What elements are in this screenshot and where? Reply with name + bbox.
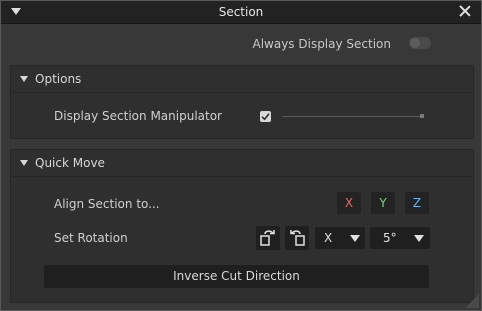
always-display-toggle[interactable] — [409, 37, 431, 49]
quick-move-panel-header[interactable]: Quick Move — [11, 150, 473, 176]
display-manipulator-checkbox[interactable] — [260, 111, 271, 122]
display-manipulator-label: Display Section Manipulator — [54, 109, 222, 123]
panel-divider — [11, 176, 473, 177]
rotate-cw-icon — [260, 230, 275, 246]
align-y-button[interactable]: Y — [371, 192, 395, 214]
quick-move-panel: Quick Move Align Section to... X Y Z Set… — [10, 149, 474, 303]
always-display-label: Always Display Section — [252, 37, 391, 51]
rotation-angle-dropdown[interactable]: 5° — [370, 227, 430, 249]
options-panel-header[interactable]: Options — [11, 66, 473, 92]
align-z-button[interactable]: Z — [405, 192, 429, 214]
resize-grip-icon[interactable] — [465, 294, 479, 308]
align-x-button[interactable]: X — [337, 192, 361, 214]
checkmark-icon — [261, 113, 270, 121]
inverse-cut-direction-button[interactable]: Inverse Cut Direction — [44, 265, 429, 288]
rotate-ccw-button[interactable] — [285, 226, 309, 250]
options-panel-title: Options — [35, 72, 82, 86]
set-rotation-label: Set Rotation — [54, 231, 128, 245]
section-window: Section Always Display Section Options D… — [0, 0, 482, 311]
chevron-down-icon — [350, 235, 360, 242]
toggle-knob — [410, 38, 420, 48]
title-bar: Section — [1, 1, 481, 24]
collapse-caret-icon — [20, 160, 28, 166]
rotation-angle-value: 5° — [383, 231, 397, 245]
rotation-axis-value: X — [324, 231, 333, 245]
chevron-down-icon — [414, 235, 424, 242]
manipulator-slider-thumb[interactable] — [420, 114, 424, 118]
window-title: Section — [218, 5, 264, 19]
options-panel: Options Display Section Manipulator — [10, 65, 474, 139]
close-icon[interactable] — [458, 4, 472, 18]
align-section-label: Align Section to... — [54, 197, 160, 211]
manipulator-slider-track[interactable] — [282, 116, 420, 117]
rotation-axis-dropdown[interactable]: X — [315, 227, 365, 249]
collapse-caret-icon — [20, 76, 28, 82]
quick-move-panel-title: Quick Move — [35, 156, 105, 170]
panel-divider — [11, 92, 473, 93]
rotate-cw-button[interactable] — [256, 226, 280, 250]
rotate-ccw-icon — [290, 230, 305, 246]
